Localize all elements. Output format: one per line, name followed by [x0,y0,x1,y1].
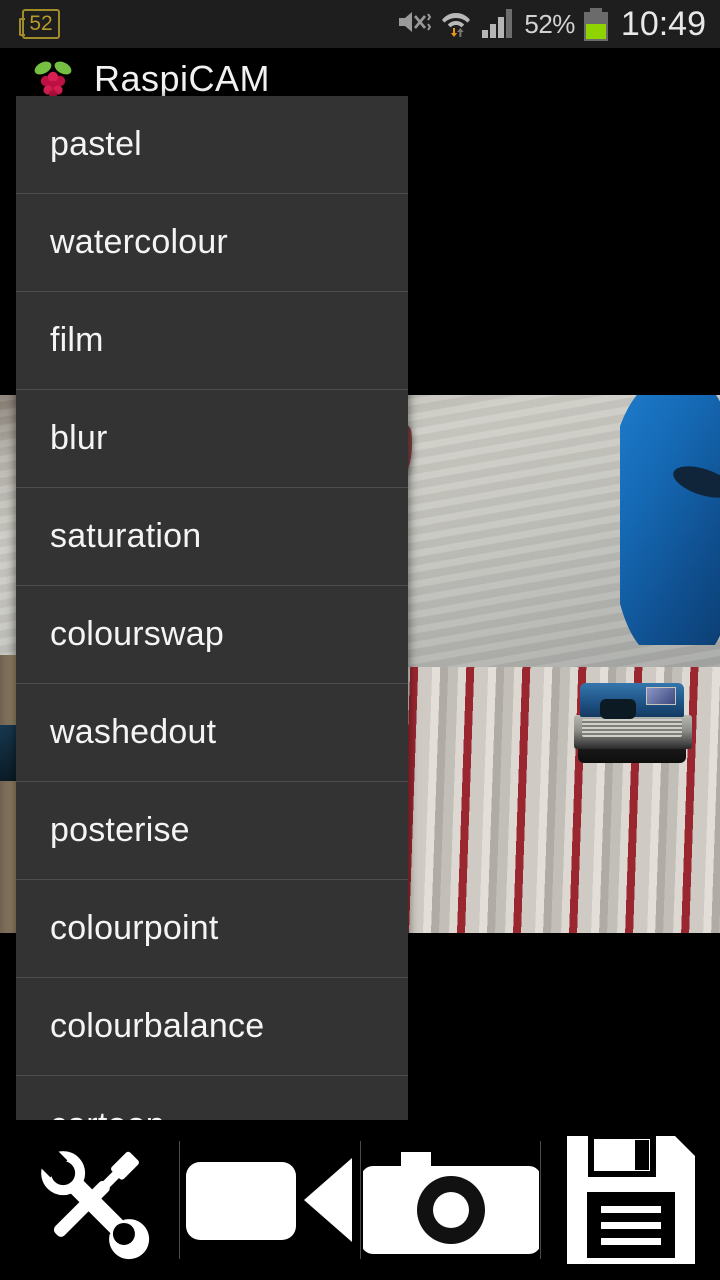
photo-camera-icon [362,1134,539,1266]
menu-item-colourpoint[interactable]: colourpoint [16,880,408,978]
preview-left-object [0,725,16,781]
phone-screen: 52 52% 10:49 RaspiCAM pastel watercolour… [0,0,720,1280]
battery-percent-label: 52% [524,8,575,39]
data-transfer-arrows-icon [451,27,464,37]
settings-tools-button[interactable] [0,1120,179,1280]
menu-item-label: film [50,321,104,359]
video-camera-icon [180,1140,360,1260]
save-button[interactable] [541,1120,720,1280]
wrench-screwdriver-icon [20,1132,160,1268]
status-bar-left: 52 [0,9,397,39]
menu-item-pastel[interactable]: pastel [16,96,408,194]
effects-dropdown-menu[interactable]: pastel watercolour film blur saturation … [16,96,408,1120]
menu-item-washedout[interactable]: washedout [16,684,408,782]
menu-item-label: cartoon [50,1106,165,1121]
status-bar-right: 52% 10:49 [396,4,720,44]
menu-item-label: pastel [50,125,142,163]
wifi-icon [440,6,472,43]
menu-item-label: colourpoint [50,909,219,947]
menu-item-label: watercolour [50,223,228,261]
raspberry-pi-logo [30,59,76,99]
menu-item-blur[interactable]: blur [16,390,408,488]
menu-item-saturation[interactable]: saturation [16,488,408,586]
video-record-button[interactable] [180,1120,360,1280]
menu-item-label: colourswap [50,615,224,653]
menu-item-label: posterise [50,811,190,849]
menu-item-watercolour[interactable]: watercolour [16,194,408,292]
floppy-disk-icon [561,1130,701,1270]
menu-item-posterise[interactable]: posterise [16,782,408,880]
app-title: RaspiCAM [94,58,271,99]
menu-item-label: saturation [50,517,202,555]
menu-item-colourswap[interactable]: colourswap [16,586,408,684]
menu-item-cartoon[interactable]: cartoon [16,1076,408,1120]
status-bar-clock: 10:49 [620,4,706,43]
menu-item-film[interactable]: film [16,292,408,390]
menu-item-label: blur [50,419,108,457]
menu-item-colourbalance[interactable]: colourbalance [16,978,408,1076]
volume-mute-vibrate-icon [396,7,432,42]
preview-blue-object [620,395,720,645]
status-bar: 52 52% 10:49 [0,0,720,48]
preview-projector [574,683,692,763]
battery-icon [583,7,608,41]
bottom-toolbar [0,1120,720,1280]
capture-photo-button[interactable] [361,1120,540,1280]
menu-item-label: colourbalance [50,1007,265,1045]
cellular-signal-icon [481,6,515,43]
menu-item-label: washedout [50,713,217,751]
notification-count-badge: 52 [19,9,60,39]
